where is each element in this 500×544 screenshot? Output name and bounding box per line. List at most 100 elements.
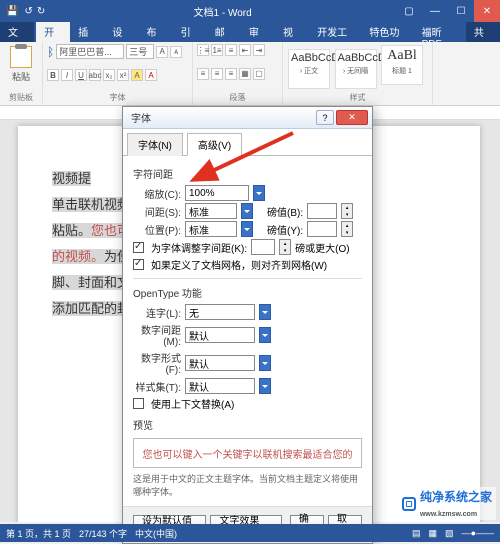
bluetooth-icon[interactable]: ᛒ — [47, 45, 54, 59]
numbering-icon[interactable]: 1≡ — [211, 44, 223, 56]
dialog-close-icon[interactable]: ✕ — [336, 110, 368, 125]
font-dialog: 字体 ? ✕ 字体(N) 高级(V) 字符间距 缩放(C): 100% 间距(S… — [122, 106, 373, 544]
style-normal[interactable]: AaBbCcDc› 正文 — [288, 49, 330, 89]
style-heading1[interactable]: AaBl标题 1 — [381, 45, 423, 85]
spacing-input[interactable]: 标准 — [185, 203, 237, 219]
clipboard-group: 粘贴 剪贴板 — [0, 42, 43, 105]
scale-dropdown-icon[interactable] — [253, 185, 265, 201]
ribbon-tabs: 文件 开始 插入 设计 布局 引用 邮件 审阅 视图 开发工具 特色功能 福昕P… — [0, 22, 500, 42]
indent-inc-icon[interactable]: ⇥ — [253, 44, 265, 56]
tab-mailings[interactable]: 邮件 — [207, 22, 241, 42]
spacing-pts-spinner[interactable]: ▴▾ — [341, 203, 353, 219]
dialog-tab-advanced[interactable]: 高级(V) — [187, 133, 242, 156]
save-icon[interactable]: 💾 — [6, 6, 18, 17]
multilevel-icon[interactable]: ≡ — [225, 44, 237, 56]
position-dropdown-icon[interactable] — [241, 221, 253, 237]
view-read-icon[interactable]: ▤ — [412, 528, 421, 539]
numform-dropdown-icon[interactable] — [259, 355, 271, 371]
dialog-tab-font[interactable]: 字体(N) — [127, 133, 183, 156]
view-web-icon[interactable]: ▧ — [445, 528, 454, 539]
font-name-select[interactable]: 阿里巴巴普... — [56, 44, 124, 59]
dialog-help-icon[interactable]: ? — [316, 110, 334, 125]
tab-view[interactable]: 视图 — [275, 22, 309, 42]
font-group-label: 字体 — [47, 92, 188, 103]
kerning-checkbox[interactable] — [133, 242, 144, 253]
grow-font-icon[interactable]: A — [156, 46, 168, 58]
close-icon[interactable]: ✕ — [474, 0, 500, 22]
status-page[interactable]: 第 1 页，共 1 页 — [6, 527, 71, 540]
tab-file[interactable]: 文件 — [0, 22, 34, 42]
share-button[interactable]: 共享 — [466, 22, 500, 42]
tab-references[interactable]: 引用 — [173, 22, 207, 42]
zoom-slider[interactable]: —●—— — [462, 528, 494, 538]
numspacing-select[interactable]: 默认 — [185, 327, 255, 343]
highlight-icon[interactable]: A — [131, 69, 143, 81]
tab-design[interactable]: 设计 — [104, 22, 138, 42]
bold-icon[interactable]: B — [47, 69, 59, 81]
position-pts-spinner[interactable]: ▴▾ — [341, 221, 353, 237]
kerning-spinner[interactable]: ▴▾ — [279, 239, 291, 255]
bullets-icon[interactable]: ⋮≡ — [197, 44, 209, 56]
styleset-dropdown-icon[interactable] — [259, 378, 271, 394]
tab-special[interactable]: 特色功能 — [361, 22, 413, 42]
preview-note: 这是用于中文的正文主题字体。当前文档主题定义将使用哪种字体。 — [133, 472, 362, 498]
position-input[interactable]: 标准 — [185, 221, 237, 237]
kerning-unit: 磅或更大(O) — [295, 240, 349, 255]
underline-icon[interactable]: U — [75, 69, 87, 81]
style-nospacing[interactable]: AaBbCcDc› 无间隔 — [335, 49, 377, 89]
borders-icon[interactable]: ▢ — [253, 68, 265, 80]
italic-icon[interactable]: I — [61, 69, 73, 81]
watermark-text: 纯净系统之家 — [420, 490, 492, 504]
clipboard-group-label: 剪贴板 — [4, 92, 38, 103]
shrink-font-icon[interactable]: ᴀ — [170, 46, 182, 58]
ribbon-collapse-icon[interactable]: ▢ — [396, 0, 422, 22]
qa-undo-icon[interactable]: ↺ — [24, 6, 32, 17]
kerning-label: 为字体调整字间距(K): — [151, 240, 247, 255]
ligature-select[interactable]: 无 — [185, 304, 255, 320]
spacing-dropdown-icon[interactable] — [241, 203, 253, 219]
sup-icon[interactable]: x² — [117, 69, 129, 81]
kerning-input[interactable] — [251, 239, 275, 255]
grid-checkbox[interactable] — [133, 259, 144, 270]
preview-box: 您也可以键入一个关键字以联机搜索最适合您的 — [133, 438, 362, 468]
dialog-title: 字体 — [123, 110, 316, 125]
sub-icon[interactable]: x₂ — [103, 69, 115, 81]
maximize-icon[interactable]: ☐ — [448, 0, 474, 22]
align-right-icon[interactable]: ≡ — [225, 68, 237, 80]
font-size-select[interactable]: 三号 — [126, 44, 154, 59]
tab-insert[interactable]: 插入 — [70, 22, 104, 42]
contextalt-checkbox[interactable] — [133, 398, 144, 409]
styles-group: AaBbCcDc› 正文 AaBbCcDc› 无间隔 AaBl标题 1 样式 — [283, 42, 433, 105]
tab-layout[interactable]: 布局 — [139, 22, 173, 42]
font-color-icon[interactable]: A — [145, 69, 157, 81]
position-label: 位置(P): — [133, 222, 181, 237]
numspacing-dropdown-icon[interactable] — [259, 327, 271, 343]
minimize-icon[interactable]: — — [422, 0, 448, 22]
paste-label[interactable]: 粘贴 — [4, 70, 38, 83]
position-pts-input[interactable] — [307, 221, 337, 237]
spacing-pts-input[interactable] — [307, 203, 337, 219]
ligature-dropdown-icon[interactable] — [259, 304, 271, 320]
indent-dec-icon[interactable]: ⇤ — [239, 44, 251, 56]
doc-text: 单击联机视频 — [52, 197, 130, 212]
status-language[interactable]: 中文(中国) — [135, 527, 177, 540]
tab-pdf[interactable]: 福昕PDF — [414, 22, 466, 42]
view-print-icon[interactable]: ▦ — [429, 528, 438, 539]
tab-review[interactable]: 审阅 — [241, 22, 275, 42]
numform-select[interactable]: 默认 — [185, 355, 255, 371]
dialog-titlebar[interactable]: 字体 ? ✕ — [123, 107, 372, 129]
align-center-icon[interactable]: ≡ — [211, 68, 223, 80]
shading-icon[interactable]: ▦ — [239, 68, 251, 80]
ribbon: 粘贴 剪贴板 ᛒ 阿里巴巴普... 三号 A ᴀ B I U abc x₂ x²… — [0, 42, 500, 106]
paste-icon[interactable] — [10, 46, 32, 68]
tab-developer[interactable]: 开发工具 — [309, 22, 361, 42]
status-bar: 第 1 页，共 1 页 27/143 个字 中文(中国) ▤ ▦ ▧ —●—— — [0, 524, 500, 542]
align-left-icon[interactable]: ≡ — [197, 68, 209, 80]
tab-home[interactable]: 开始 — [36, 22, 70, 42]
styleset-select[interactable]: 默认 — [185, 378, 255, 394]
qa-redo-icon[interactable]: ↻ — [37, 6, 45, 17]
scale-input[interactable]: 100% — [185, 185, 249, 201]
preview-label: 预览 — [133, 417, 362, 432]
status-words[interactable]: 27/143 个字 — [79, 527, 127, 540]
strike-icon[interactable]: abc — [89, 69, 101, 81]
